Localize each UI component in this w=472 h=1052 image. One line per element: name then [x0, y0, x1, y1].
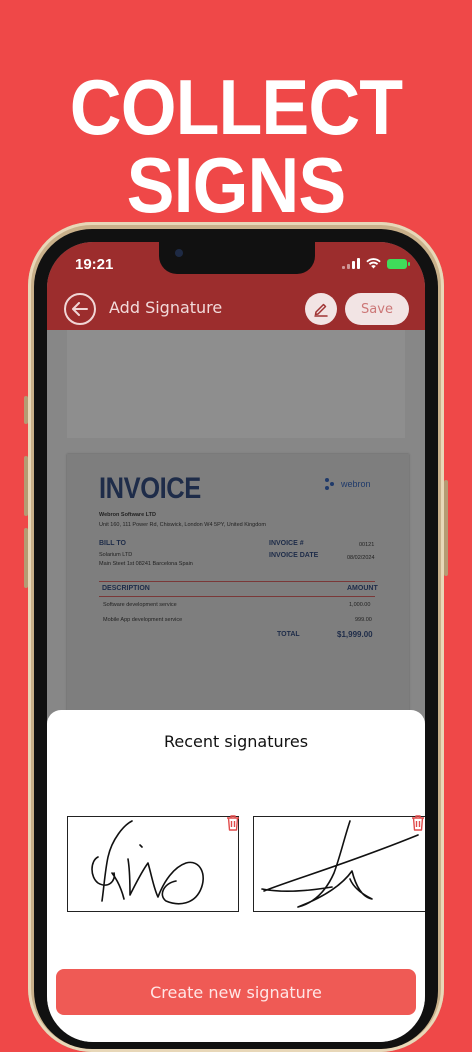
page-title: Add Signature [109, 298, 223, 317]
back-button[interactable] [64, 293, 96, 325]
invoice-title: INVOICE [99, 472, 201, 505]
app-header: Add Signature Save [47, 288, 425, 330]
signature-card[interactable] [253, 816, 425, 912]
logo-mark-icon [325, 478, 337, 490]
status-icons [342, 258, 410, 269]
line-item-description: Software development service [103, 602, 177, 608]
logo-text: webron [341, 479, 371, 489]
invoice-number: 00121 [359, 542, 375, 548]
headline: COLLECT SIGNS [69, 63, 403, 229]
column-amount: AMOUNT [347, 585, 378, 592]
pen-icon [314, 303, 328, 317]
line-item-amount: 1,000.00 [349, 602, 371, 608]
notch [159, 242, 315, 274]
invoice-document: INVOICE webron Webron Software LTD Unit … [67, 454, 409, 724]
client-name: Solarium LTD [99, 552, 133, 558]
phone-side-button [24, 456, 28, 516]
total-label: TOTAL [277, 631, 300, 638]
company-logo: webron [325, 478, 371, 490]
line-item-amount: 999.00 [355, 617, 372, 623]
wifi-icon [366, 258, 381, 269]
invoice-date-label: INVOICE DATE [269, 552, 319, 559]
delete-signature-icon[interactable] [225, 814, 241, 832]
status-time: 19:21 [75, 256, 114, 273]
company-name: Webron Software LTD [99, 512, 156, 518]
signature-image [261, 820, 419, 908]
phone-side-button [24, 396, 28, 424]
client-address: Main Steet 1st 08241 Barcelona Spain [99, 561, 193, 567]
save-button[interactable]: Save [345, 293, 409, 325]
signature-card[interactable] [67, 816, 239, 912]
line-item-description: Mobile App development service [103, 617, 183, 623]
create-new-signature-button[interactable]: Create new signature [56, 969, 416, 1015]
front-camera [175, 249, 183, 257]
phone-side-button [444, 480, 448, 576]
cellular-signal-icon [342, 258, 360, 269]
sheet-title: Recent signatures [163, 732, 309, 751]
edit-signature-button[interactable] [305, 293, 337, 325]
table-divider [99, 581, 375, 582]
total-value: $1,999.00 [337, 630, 373, 639]
document-page [67, 330, 405, 438]
phone-screen: 19:21 Add Signature Save INVOICE webron … [47, 242, 425, 1042]
arrow-left-icon [72, 302, 88, 316]
company-address: Unit 160, 111 Power Rd, Chiswick, London… [99, 522, 266, 528]
bill-to-label: BILL TO [99, 540, 126, 547]
phone-side-button [24, 528, 28, 588]
signature-image [91, 820, 204, 905]
recent-signatures-sheet: Recent signatures Create new signature [47, 710, 425, 1042]
battery-icon [387, 258, 410, 269]
table-divider [99, 596, 375, 597]
column-description: DESCRIPTION [102, 585, 150, 592]
invoice-number-label: INVOICE # [269, 540, 304, 547]
invoice-date: 08/02/2024 [347, 555, 375, 561]
delete-signature-icon[interactable] [410, 814, 425, 832]
